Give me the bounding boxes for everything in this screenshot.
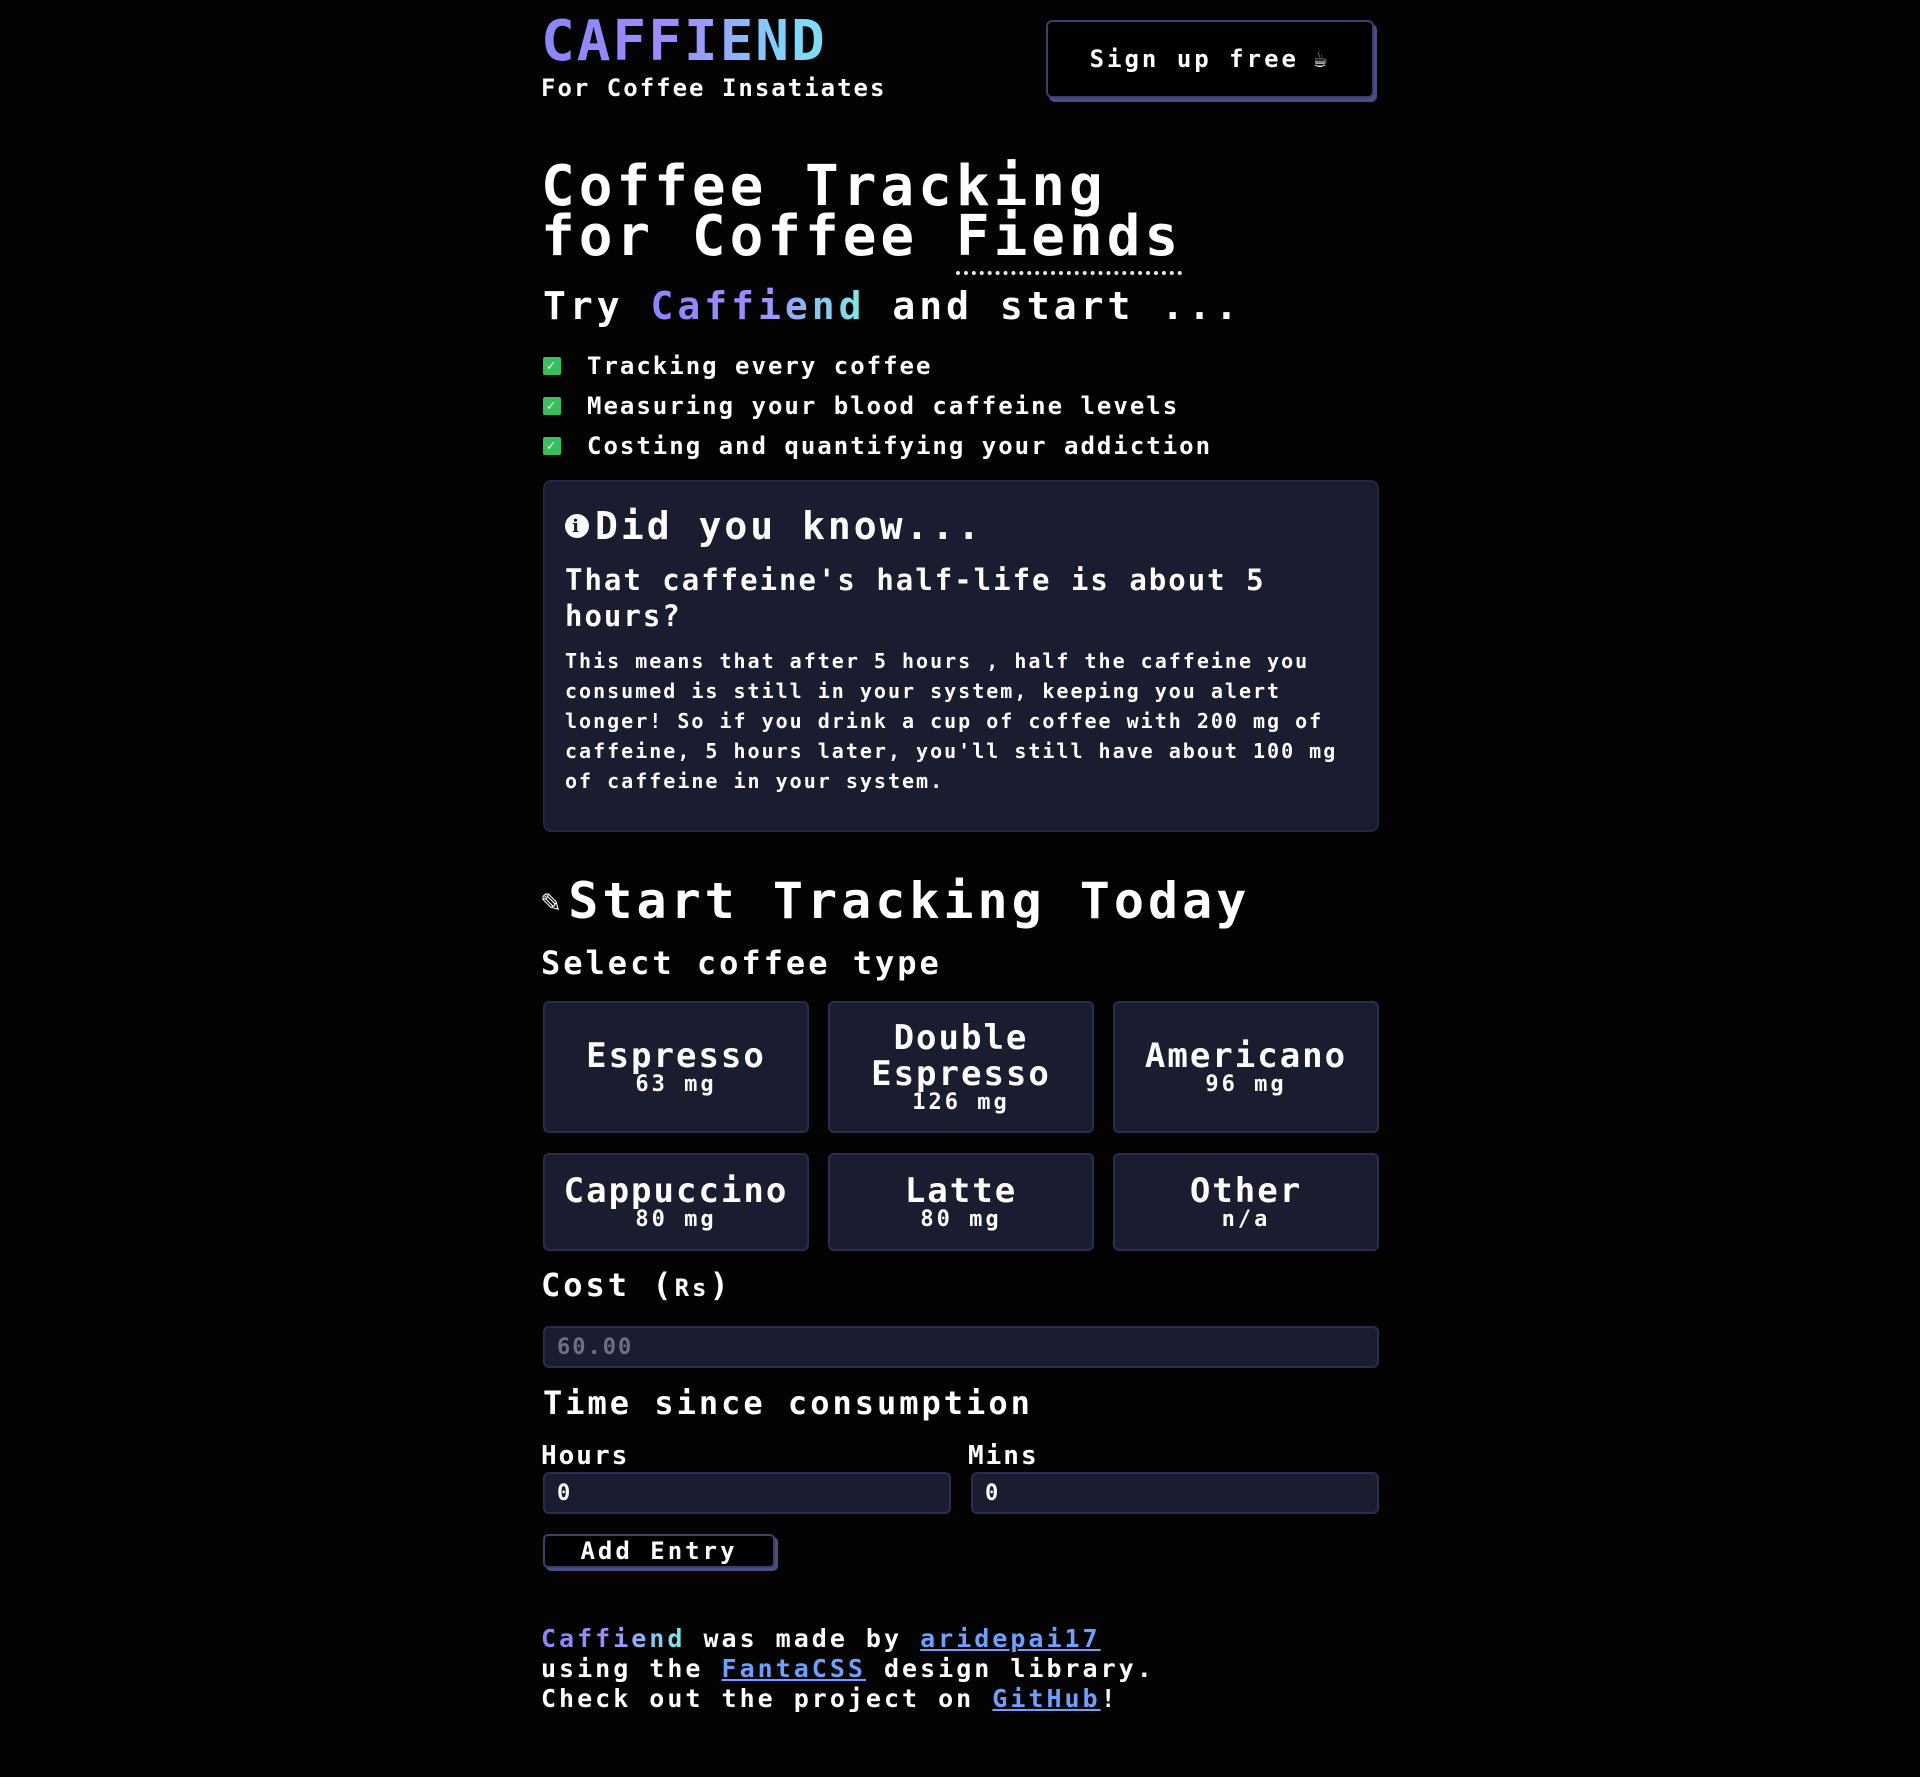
coffee-option-caffeine: n/a [1221,1207,1271,1232]
coffee-option-caffeine: 80 mg [635,1207,717,1232]
hero-title-line2-prefix: for Coffee [541,204,956,269]
list-item: ✓ Measuring your blood caffeine levels [543,386,1212,426]
hours-label: Hours [541,1441,630,1471]
fact-card: i Did you know... That caffeine's half-l… [543,480,1379,832]
signup-button[interactable]: Sign up free ☕ [1046,20,1374,98]
list-item: ✓ Costing and quantifying your addiction [543,426,1212,466]
brand: CAFFIEND For Coffee Insatiates [541,14,887,103]
footer-check-out: Check out the project on [541,1684,993,1713]
coffee-option-double-espresso[interactable]: Double Espresso 126 mg [828,1001,1094,1133]
cost-label: Cost (Rs) [541,1266,732,1304]
footer-line3: Check out the project on GitHub! [541,1684,1155,1714]
coffee-option-americano[interactable]: Americano 96 mg [1113,1001,1379,1133]
fact-card-question: That caffeine's half-life is about 5 hou… [565,563,1266,633]
coffee-cup-icon: ☕ [1312,45,1331,73]
checkmark-icon: ✓ [543,437,561,455]
coffee-option-name: Espresso [586,1036,766,1076]
checkmark-icon: ✓ [543,397,561,415]
checkmark-icon: ✓ [543,357,561,375]
feature-text: Measuring your blood caffeine levels [587,392,1180,420]
coffee-option-other[interactable]: Other n/a [1113,1153,1379,1251]
cost-label-text: Cost [541,1266,631,1304]
coffee-option-caffeine: 63 mg [635,1072,717,1097]
fact-card-heading: i Did you know... [565,504,1357,548]
footer-library-suffix: design library. [865,1654,1155,1683]
fact-card-body: This means that after 5 hours , half the… [565,649,1338,793]
coffee-option-name: Latte [904,1171,1018,1211]
hero-subtitle-brand: Caffiend [650,284,866,328]
footer-end: ! [1100,1684,1119,1713]
coffee-option-name: Other [1189,1171,1303,1211]
tracker-title: ✎ Start Tracking Today [541,872,1250,930]
pencil-icon: ✎ [541,882,565,920]
mins-label: Mins [968,1441,1039,1471]
author-link[interactable]: aridepai17 [920,1624,1101,1653]
hours-input[interactable] [543,1472,951,1514]
fact-card-heading-text: Did you know... [595,504,984,548]
hero-subtitle-prefix: Try [543,284,651,328]
coffee-option-caffeine: 80 mg [920,1207,1002,1232]
brand-tagline: For Coffee Insatiates [541,74,887,102]
feature-list: ✓ Tracking every coffee ✓ Measuring your b… [543,346,1212,466]
info-icon: i [565,514,589,538]
brand-logo[interactable]: CAFFIEND [541,14,886,70]
footer-brand: Caffiend [541,1624,686,1653]
footer-made-by: was made by [685,1624,921,1653]
github-link[interactable]: GitHub [992,1684,1100,1713]
feature-text: Tracking every coffee [587,352,933,380]
add-entry-button[interactable]: Add Entry [543,1534,775,1568]
hero-title: Coffee Tracking for Coffee Fiends [541,159,1183,275]
hero-title-line2: for Coffee Fiends [541,204,1183,275]
currency-label: Rs [674,1274,710,1302]
coffee-option-name: Double Espresso [871,1018,1051,1094]
page-column: CAFFIEND For Coffee Insatiates Sign up f… [541,0,1379,1713]
coffee-option-name: Americano [1144,1036,1348,1076]
time-since-label: Time since consumption [543,1384,1033,1422]
footer: Caffiend was made by aridepai17 using th… [541,1624,1155,1714]
coffee-option-espresso[interactable]: Espresso 63 mg [543,1001,809,1133]
footer-line2: using the FantaCSS design library. [541,1654,1155,1684]
list-item: ✓ Tracking every coffee [543,346,1212,386]
coffee-option-cappuccino[interactable]: Cappuccino 80 mg [543,1153,809,1251]
hero-title-emphasis: Fiends [955,204,1183,275]
signup-label: Sign up free [1089,45,1299,73]
footer-using: using the [541,1654,722,1683]
coffee-option-caffeine: 126 mg [912,1090,1010,1115]
coffee-option-latte[interactable]: Latte 80 mg [828,1153,1094,1251]
fantacss-link[interactable]: FantaCSS [722,1654,866,1683]
mins-input[interactable] [971,1472,1379,1514]
footer-line1: Caffiend was made by aridepai17 [541,1624,1155,1654]
hero-subtitle: Try Caffiend and start ... [543,284,1242,328]
coffee-option-name: Cappuccino [563,1171,789,1211]
tracker-title-text: Start Tracking Today [568,872,1251,930]
coffee-type-label: Select coffee type [541,944,942,982]
feature-text: Costing and quantifying your addiction [587,432,1213,460]
hero-subtitle-suffix: and start ... [865,284,1242,328]
cost-input[interactable] [543,1326,1379,1368]
coffee-option-caffeine: 96 mg [1205,1072,1287,1097]
header: CAFFIEND For Coffee Insatiates Sign up f… [541,0,1379,140]
